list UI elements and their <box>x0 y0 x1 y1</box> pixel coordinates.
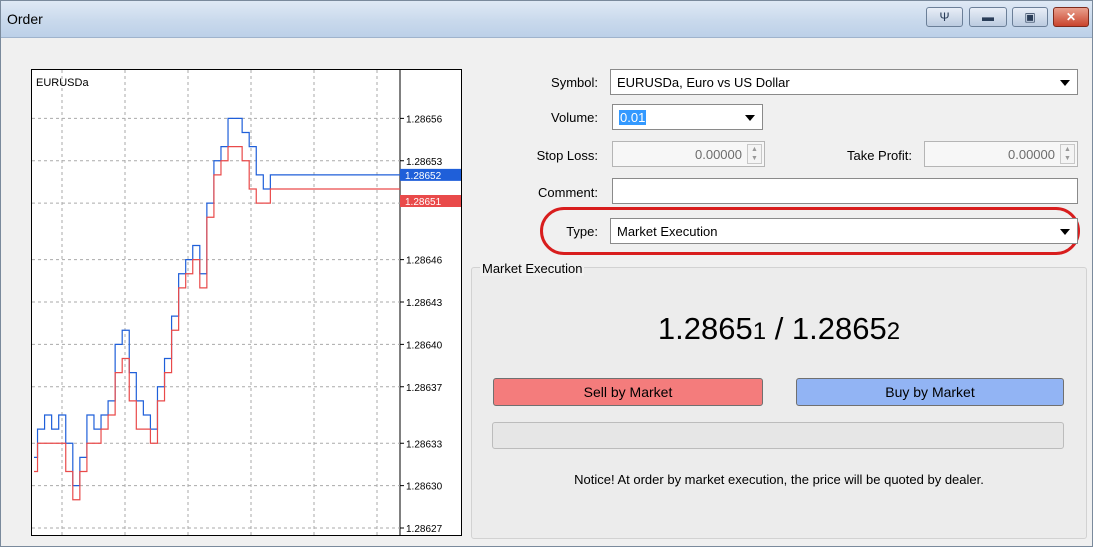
minimize-icon: ▬ <box>982 10 994 24</box>
pin-button[interactable]: Ψ <box>926 7 963 27</box>
type-value: Market Execution <box>617 224 718 239</box>
minimize-button[interactable]: ▬ <box>969 7 1007 27</box>
type-label: Type: <box>566 224 598 239</box>
window-title: Order <box>7 11 43 27</box>
symbol-label: Symbol: <box>551 75 598 90</box>
arrow-down-icon: ▼ <box>1064 155 1071 162</box>
stoploss-spinner[interactable]: 0.00000 ▲ ▼ <box>612 141 765 167</box>
arrow-down-icon: ▼ <box>751 155 758 162</box>
buy-by-market-button[interactable]: Buy by Market <box>796 378 1064 406</box>
title-bar[interactable]: Order Ψ ▬ ▣ ✕ <box>1 1 1092 38</box>
pin-icon: Ψ <box>939 10 950 24</box>
volume-value: 0.01 <box>619 110 647 125</box>
bid-series-line <box>34 146 288 501</box>
takeprofit-label: Take Profit: <box>846 148 912 163</box>
chart-tick-label: 1.28653 <box>406 157 443 168</box>
takeprofit-value: 0.00000 <box>1008 147 1055 162</box>
stoploss-label: Stop Loss: <box>536 148 598 163</box>
stoploss-stepper[interactable]: ▲ ▼ <box>747 144 762 164</box>
chart-tick-label: 1.28640 <box>406 340 443 351</box>
chart-tick-label: 1.28656 <box>406 114 443 125</box>
bid-price: 1.2865 <box>657 311 753 346</box>
symbol-select[interactable]: EURUSDa, Euro vs US Dollar <box>610 69 1078 95</box>
volume-label: Volume: <box>551 110 598 125</box>
ask-price-tag-label: 1.28652 <box>405 171 442 182</box>
chart-symbol-title: EURUSDa <box>36 77 89 89</box>
volume-combo[interactable]: 0.01 <box>612 104 763 130</box>
close-button[interactable]: ✕ <box>1053 7 1089 27</box>
sell-by-market-button[interactable]: Sell by Market <box>493 378 763 406</box>
type-select[interactable]: Market Execution <box>610 218 1078 244</box>
chevron-down-icon <box>745 115 755 121</box>
arrow-up-icon: ▲ <box>1064 146 1071 153</box>
chart-tick-label: 1.28637 <box>406 383 443 394</box>
chart-tick-label: 1.28646 <box>406 256 443 267</box>
chart-tick-label: 1.28630 <box>406 482 443 493</box>
takeprofit-stepper[interactable]: ▲ ▼ <box>1060 144 1075 164</box>
stoploss-value: 0.00000 <box>695 147 742 162</box>
order-window: Order Ψ ▬ ▣ ✕ 1.286561.286531.286501.286… <box>0 0 1093 547</box>
ask-price-last-digit: 2 <box>886 318 901 345</box>
bid-price-last-digit: 1 <box>752 318 767 345</box>
close-icon: ✕ <box>1065 10 1077 24</box>
chart-tick-label: 1.28627 <box>406 524 443 535</box>
arrow-up-icon: ▲ <box>751 146 758 153</box>
chart-canvas: 1.286561.286531.286501.286461.286431.286… <box>32 70 461 535</box>
chart-tick-label: 1.28643 <box>406 298 443 309</box>
maximize-button[interactable]: ▣ <box>1012 7 1048 27</box>
ask-price: 1.2865 <box>791 311 887 346</box>
comment-label: Comment: <box>538 185 598 200</box>
chevron-down-icon <box>1060 80 1070 86</box>
takeprofit-spinner[interactable]: 0.00000 ▲ ▼ <box>924 141 1078 167</box>
execution-progress-bar <box>492 422 1064 449</box>
tick-chart[interactable]: 1.286561.286531.286501.286461.286431.286… <box>31 69 462 536</box>
price-separator: / <box>766 311 792 346</box>
bid-price-tag-label: 1.28651 <box>405 197 442 208</box>
price-quote: 1.28651 / 1.28652 <box>471 311 1087 347</box>
market-execution-title: Market Execution <box>480 261 585 276</box>
maximize-icon: ▣ <box>1024 10 1036 24</box>
symbol-value: EURUSDa, Euro vs US Dollar <box>617 75 790 90</box>
chevron-down-icon <box>1060 229 1070 235</box>
execution-notice: Notice! At order by market execution, th… <box>574 472 984 487</box>
chart-tick-label: 1.28633 <box>406 439 443 450</box>
comment-input[interactable] <box>612 178 1078 204</box>
